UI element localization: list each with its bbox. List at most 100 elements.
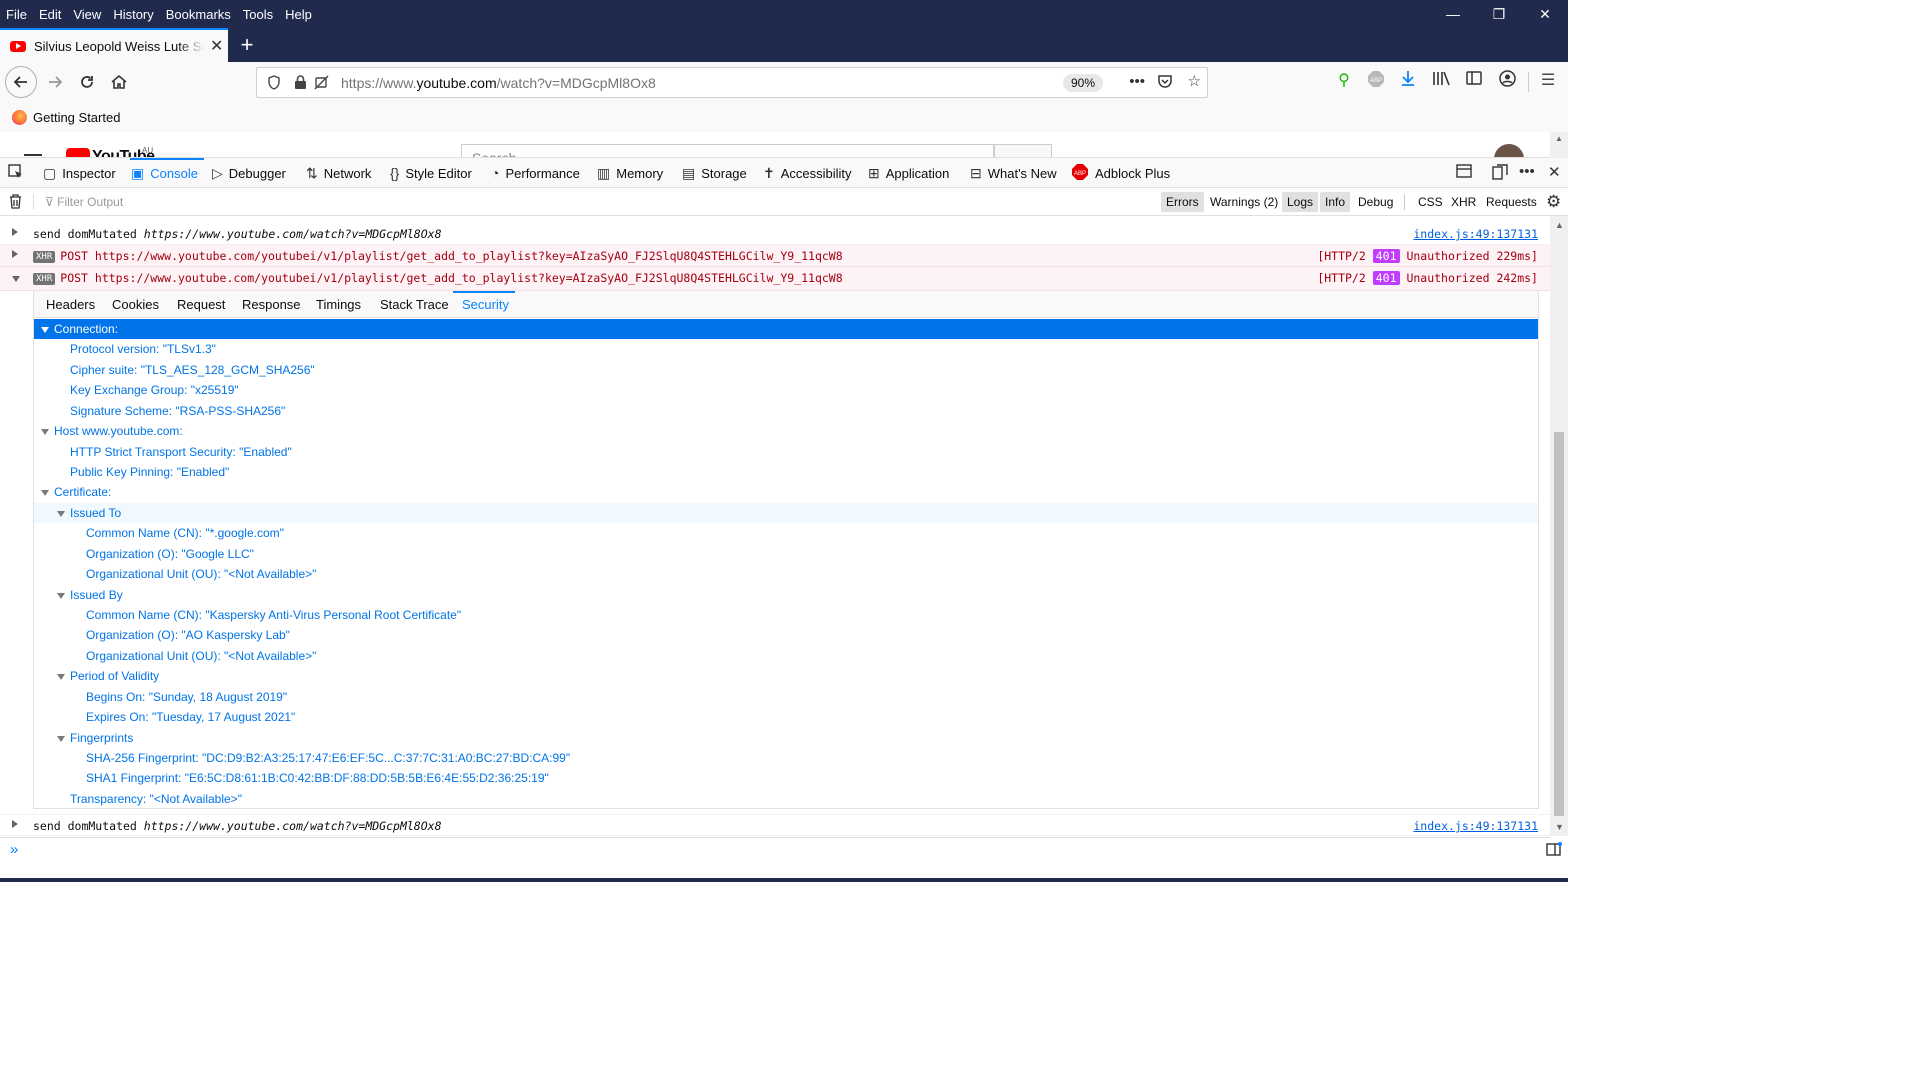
chevron-down-icon[interactable]	[41, 327, 49, 333]
xhr-error-message-expanded[interactable]: XHR POST https://www.youtube.com/youtubei…	[0, 267, 1550, 291]
tab-stack-trace[interactable]: Stack Trace	[380, 291, 449, 318]
adblock-toolbar-icon[interactable]: ABP	[1364, 70, 1388, 93]
menu-history[interactable]: History	[108, 7, 158, 22]
tree-item[interactable]: Public Key Pinning: "Enabled"	[34, 462, 1538, 482]
lock-icon[interactable]	[291, 74, 309, 92]
menu-help[interactable]: Help	[280, 7, 317, 22]
tree-item[interactable]: HTTP Strict Transport Security: "Enabled…	[34, 442, 1538, 462]
chevron-up-icon[interactable]: ▲	[1555, 134, 1563, 143]
tab-response[interactable]: Response	[242, 291, 301, 318]
filter-requests[interactable]: Requests	[1481, 192, 1542, 212]
tree-item[interactable]: Organizational Unit (OU): "<Not Availabl…	[34, 646, 1538, 666]
close-window-button[interactable]: ✕	[1522, 0, 1568, 28]
devtools-options-icon[interactable]: •••	[1519, 163, 1535, 180]
tree-node-connection[interactable]: Connection:	[34, 319, 1538, 339]
collapse-arrow-icon[interactable]	[12, 274, 20, 284]
permissions-icon[interactable]	[313, 74, 331, 92]
message-source-link[interactable]: index.js:49:137131	[1413, 227, 1538, 241]
tree-item[interactable]: Signature Scheme: "RSA-PSS-SHA256"	[34, 401, 1538, 421]
tree-item[interactable]: Cipher suite: "TLS_AES_128_GCM_SHA256"	[34, 360, 1538, 380]
tab-accessibility[interactable]: ✝ Accessibility	[763, 158, 852, 188]
filter-errors[interactable]: Errors	[1161, 192, 1204, 212]
chevron-down-icon[interactable]: ▼	[1555, 822, 1564, 832]
tree-item[interactable]: Transparency: "<Not Available>"	[34, 789, 1538, 809]
shield-icon[interactable]	[265, 74, 283, 92]
pocket-icon[interactable]	[1157, 73, 1173, 93]
minimize-button[interactable]: —	[1430, 0, 1476, 28]
library-icon[interactable]	[1429, 70, 1453, 91]
tree-item[interactable]: SHA-256 Fingerprint: "DC:D9:B2:A3:25:17:…	[34, 748, 1538, 768]
xhr-error-message[interactable]: XHR POST https://www.youtube.com/youtubei…	[0, 245, 1550, 267]
tab-debugger[interactable]: ▷ Debugger	[212, 158, 286, 188]
filter-warnings[interactable]: Warnings (2)	[1205, 192, 1283, 212]
menu-file[interactable]: File	[1, 7, 32, 22]
tree-node-issued-by[interactable]: Issued By	[34, 585, 1538, 605]
tree-item[interactable]: Common Name (CN): "*.google.com"	[34, 523, 1538, 543]
expand-arrow-icon[interactable]	[12, 250, 18, 260]
filter-css[interactable]: CSS	[1413, 192, 1448, 212]
tree-item[interactable]: Expires On: "Tuesday, 17 August 2021"	[34, 707, 1538, 727]
bookmark-star-icon[interactable]: ☆	[1188, 72, 1201, 90]
trash-icon[interactable]	[9, 194, 22, 212]
element-picker-icon[interactable]	[8, 164, 24, 184]
youtube-search-input[interactable]: Search	[461, 144, 994, 157]
forward-button[interactable]	[40, 67, 70, 97]
chevron-down-icon[interactable]	[57, 511, 65, 517]
tab-style-editor[interactable]: {} Style Editor	[390, 158, 472, 188]
menu-edit[interactable]: Edit	[34, 7, 66, 22]
guide-menu-icon[interactable]	[24, 154, 42, 156]
tree-item[interactable]: Key Exchange Group: "x25519"	[34, 380, 1538, 400]
filter-xhr[interactable]: XHR	[1446, 192, 1481, 212]
tree-item[interactable]: Common Name (CN): "Kaspersky Anti-Virus …	[34, 605, 1538, 625]
tab-inspector[interactable]: ▢ Inspector	[43, 158, 116, 188]
tab-security[interactable]: Security	[462, 291, 509, 318]
youtube-search-button[interactable]	[994, 144, 1052, 157]
responsive-design-icon[interactable]	[1492, 164, 1508, 184]
tab-whats-new[interactable]: ⊟ What's New	[970, 158, 1057, 188]
console-message[interactable]: send domMutated https://www.youtube.com/…	[0, 814, 1550, 836]
filter-input[interactable]: ⊽ Filter Output	[45, 195, 123, 209]
tab-application[interactable]: ⊞ Application	[868, 158, 949, 188]
tree-node-issued-to[interactable]: Issued To	[34, 503, 1538, 523]
page-scrollbar[interactable]: ▲	[1550, 132, 1568, 158]
menu-view[interactable]: View	[68, 7, 106, 22]
sidebar-icon[interactable]	[1462, 70, 1486, 91]
reload-button[interactable]	[72, 67, 102, 97]
tree-node-fingerprints[interactable]: Fingerprints	[34, 728, 1538, 748]
tab-cookies[interactable]: Cookies	[112, 291, 159, 318]
back-button[interactable]	[5, 66, 37, 98]
filter-logs[interactable]: Logs	[1282, 192, 1319, 212]
scrollbar-thumb[interactable]	[1554, 432, 1564, 816]
youtube-logo-icon[interactable]	[66, 148, 90, 157]
tab-storage[interactable]: ▤ Storage	[682, 158, 747, 188]
chevron-down-icon[interactable]	[41, 429, 49, 435]
tab-headers[interactable]: Headers	[46, 291, 95, 318]
chevron-down-icon[interactable]	[57, 736, 65, 742]
url-bar[interactable]: https://www.youtube.com/watch?v=MDGcpMl8…	[256, 67, 1208, 98]
tree-item[interactable]: Organization (O): "AO Kaspersky Lab"	[34, 625, 1538, 645]
chevron-down-icon[interactable]	[41, 490, 49, 496]
tree-node-host[interactable]: Host www.youtube.com:	[34, 421, 1538, 441]
chevron-up-icon[interactable]: ▲	[1555, 220, 1564, 230]
tab-performance[interactable]: ◔ Performance	[491, 158, 580, 188]
page-actions-icon[interactable]: •••	[1129, 73, 1145, 90]
tree-item[interactable]: Organizational Unit (OU): "<Not Availabl…	[34, 564, 1538, 584]
avatar[interactable]	[1494, 144, 1524, 157]
home-button[interactable]	[104, 67, 134, 97]
devtools-close-icon[interactable]: ✕	[1548, 163, 1561, 181]
expand-arrow-icon[interactable]	[12, 820, 18, 830]
account-icon[interactable]	[1495, 70, 1519, 92]
tree-item[interactable]: Organization (O): "Google LLC"	[34, 544, 1538, 564]
message-source-link[interactable]: index.js:49:137131	[1413, 819, 1538, 833]
split-console-icon[interactable]	[1546, 842, 1562, 859]
downloads-icon[interactable]	[1396, 70, 1420, 91]
dock-layout-icon[interactable]	[1456, 164, 1472, 182]
zoom-level-button[interactable]: 90%	[1062, 74, 1103, 92]
menu-tools[interactable]: Tools	[238, 7, 278, 22]
console-input[interactable]: »	[0, 837, 1550, 862]
tree-node-validity[interactable]: Period of Validity	[34, 666, 1538, 686]
new-tab-button[interactable]: +	[236, 28, 258, 62]
bookmark-getting-started[interactable]: Getting Started	[33, 110, 120, 125]
expand-arrow-icon[interactable]	[12, 228, 18, 238]
browser-tab[interactable]: Silvius Leopold Weiss Lute Son ✕	[0, 28, 228, 62]
